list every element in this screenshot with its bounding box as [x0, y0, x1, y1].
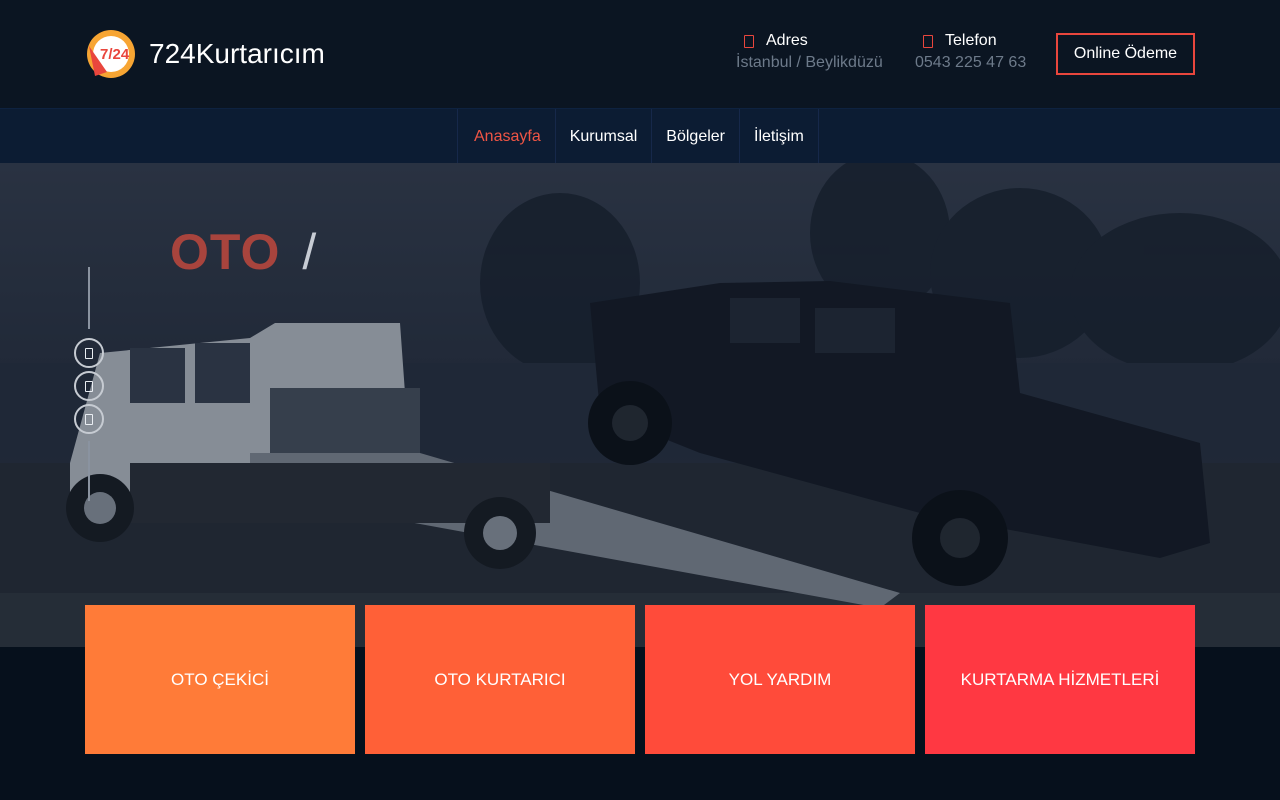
service-card-oto-cekici[interactable]: OTO ÇEKİCİ [85, 605, 355, 754]
slider-line-bottom [88, 441, 90, 501]
brand-name: 724Kurtarıcım [149, 38, 325, 69]
slide-dot-1[interactable] [74, 338, 104, 368]
main-nav: Anasayfa Kurumsal Bölgeler İletişim [0, 108, 1280, 164]
nav-item-bolgeler[interactable]: Bölgeler [651, 109, 739, 164]
hero-title-separator: / [302, 224, 318, 280]
phone-icon [923, 34, 933, 48]
nav-item-kurumsal[interactable]: Kurumsal [554, 109, 652, 164]
site-header: 7/24 724Kurtarıcım Adres İstanbul / Beyl… [0, 0, 1280, 108]
slide-icon [85, 347, 93, 359]
phone-value[interactable]: 0543 225 47 63 [915, 54, 1026, 72]
address-label: Adres [766, 32, 808, 49]
service-card-oto-kurtarici[interactable]: OTO KURTARICI [365, 605, 635, 754]
hero-title: OTO / [170, 223, 317, 281]
slide-icon [85, 413, 93, 425]
map-marker-icon [744, 34, 754, 48]
logo-badge-icon: 7/24 [85, 28, 137, 80]
nav-item-iletisim[interactable]: İletişim [739, 109, 819, 164]
slide-dot-2[interactable] [74, 371, 104, 401]
service-card-yol-yardim[interactable]: YOL YARDIM [645, 605, 915, 754]
logo-badge-text: 7/24 [100, 46, 130, 63]
hero-title-text: OTO [170, 224, 281, 280]
service-card-kurtarma-hizmetleri[interactable]: KURTARMA HİZMETLERİ [925, 605, 1195, 754]
service-cards: OTO ÇEKİCİ OTO KURTARICI YOL YARDIM KURT… [85, 605, 1195, 754]
nav-item-anasayfa[interactable]: Anasayfa [457, 109, 555, 164]
contact-address: Adres İstanbul / Beylikdüzü [736, 32, 883, 72]
slide-icon [85, 380, 93, 392]
brand-logo[interactable]: 7/24 724Kurtarıcım [85, 28, 325, 80]
slider-line-top [88, 267, 90, 329]
contact-phone: Telefon 0543 225 47 63 [915, 32, 1026, 72]
slide-dot-3[interactable] [74, 404, 104, 434]
phone-label: Telefon [945, 32, 997, 49]
hero-slider: OTO / [0, 163, 1280, 647]
online-payment-button[interactable]: Online Ödeme [1056, 33, 1195, 75]
address-value: İstanbul / Beylikdüzü [736, 54, 883, 71]
